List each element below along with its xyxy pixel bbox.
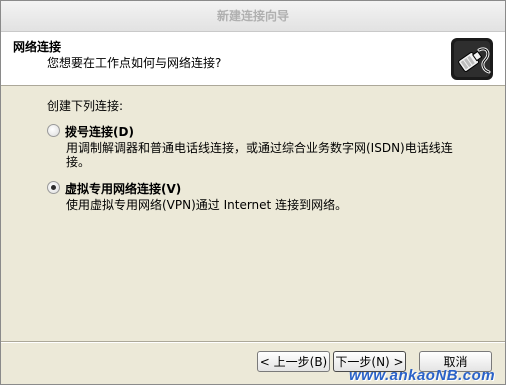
header-subtitle: 您想要在工作点如何与网络连接? bbox=[47, 56, 222, 70]
back-button-label: < 上一步(B) bbox=[259, 355, 328, 369]
network-cable-icon bbox=[449, 36, 495, 82]
wizard-window: 新建连接向导 网络连接 您想要在工作点如何与网络连接? 创建下列连接: 拨号连接… bbox=[0, 0, 506, 385]
back-button[interactable]: < 上一步(B) bbox=[257, 351, 330, 372]
window-title: 新建连接向导 bbox=[216, 9, 289, 23]
dialup-radio[interactable] bbox=[47, 124, 60, 137]
title-bar[interactable]: 新建连接向导 bbox=[1, 1, 505, 32]
vpn-label[interactable]: 虚拟专用网络连接(V) bbox=[65, 180, 181, 197]
connection-prompt: 创建下列连接: bbox=[47, 99, 124, 113]
vpn-radio[interactable] bbox=[47, 181, 60, 194]
dialup-description: 用调制解调器和普通电话线连接，或通过综合业务数字网(ISDN)电话线连接。 bbox=[66, 141, 453, 169]
wizard-header: 网络连接 您想要在工作点如何与网络连接? bbox=[1, 32, 505, 86]
footer-divider bbox=[1, 341, 505, 343]
vpn-description: 使用虚拟专用网络(VPN)通过 Internet 连接到网络。 bbox=[66, 198, 348, 212]
vpn-option[interactable]: 虚拟专用网络连接(V) bbox=[47, 180, 247, 196]
header-title: 网络连接 bbox=[13, 40, 62, 54]
watermark: www.ankaoNB.com bbox=[349, 367, 496, 384]
dialup-label[interactable]: 拨号连接(D) bbox=[65, 123, 134, 140]
dialup-option[interactable]: 拨号连接(D) bbox=[47, 123, 247, 139]
